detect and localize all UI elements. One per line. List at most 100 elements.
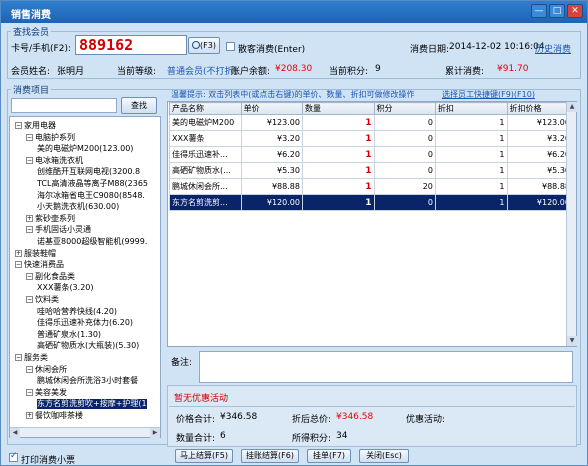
cell-discount-price[interactable]: ¥123.00 xyxy=(506,114,573,131)
product-search-input[interactable] xyxy=(11,98,117,113)
tree-node[interactable]: − 服务类 xyxy=(15,353,48,363)
tree-node[interactable]: 哇哈哈营养快线(4.20) xyxy=(37,307,117,317)
tree-node[interactable]: + 服装鞋帽 xyxy=(15,249,56,259)
tree-node[interactable]: − 饮料类 xyxy=(26,295,59,305)
cell-discount-price[interactable]: ¥88.88 xyxy=(506,178,573,195)
memo-textarea[interactable] xyxy=(199,351,573,383)
cell-discount-price[interactable]: ¥3.20 xyxy=(506,130,573,147)
table-row[interactable]: 高硒矿物质水(... ¥5.30 1 0 1 ¥5.30 xyxy=(169,162,573,179)
scroll-down-icon[interactable]: ▼ xyxy=(567,336,577,346)
column-header[interactable]: 折扣 xyxy=(434,102,508,115)
column-header[interactable]: 单价 xyxy=(240,102,303,115)
collapse-icon[interactable]: − xyxy=(15,354,22,361)
title-bar[interactable]: 销售消费 — □ ✕ xyxy=(1,1,587,23)
maximize-button[interactable]: □ xyxy=(549,4,565,18)
tree-node[interactable]: 鹏城休闲会所洗浴3小时套餐 xyxy=(37,376,138,386)
cell-name[interactable]: 鹏城休闲会所... xyxy=(169,178,242,195)
cell-price[interactable]: ¥5.30 xyxy=(240,162,303,179)
cell-discount[interactable]: 1 xyxy=(434,162,508,179)
cell-price[interactable]: ¥6.20 xyxy=(240,146,303,163)
cell-discount[interactable]: 1 xyxy=(434,146,508,163)
tree-node[interactable]: 海尔冰箱省电王C9080(8548. xyxy=(37,191,145,201)
staff-shortcut-link[interactable]: 选择员工快捷键(F9)(F10) xyxy=(442,89,535,100)
table-row[interactable]: XXX薯条 ¥3.20 1 0 1 ¥3.20 xyxy=(169,130,573,147)
tree-node[interactable]: − 手机固话小灵通 xyxy=(26,225,91,235)
tree-node[interactable]: XXX薯条(3.20) xyxy=(37,283,94,293)
cell-name[interactable]: 佳得乐迅速补... xyxy=(169,146,242,163)
column-header[interactable]: 产品名称 xyxy=(169,102,242,115)
walkin-checkbox[interactable] xyxy=(226,42,235,51)
tree-horizontal-scrollbar[interactable]: ◀ ▶ xyxy=(10,427,160,438)
column-header[interactable]: 数量 xyxy=(301,102,375,115)
cart-grid[interactable]: 产品名称 单价 数量 积分 折扣 折扣价格 美的电磁炉M200 ¥123.00 1 0 1 ¥123… xyxy=(169,102,573,211)
member-search-button[interactable]: (F3) xyxy=(188,37,220,54)
pay-now-button[interactable]: 马上结算(F5) xyxy=(175,449,233,463)
cell-price[interactable]: ¥120.00 xyxy=(240,194,303,211)
cell-name[interactable]: XXX薯条 xyxy=(169,130,242,147)
tree-node[interactable]: − 家用电器 xyxy=(15,121,56,131)
card-number-input[interactable]: 889162 xyxy=(75,35,187,55)
cell-discount[interactable]: 1 xyxy=(434,114,508,131)
close-button[interactable]: 关闭(Esc) xyxy=(359,449,409,463)
tree-node[interactable]: − 美容美发 xyxy=(26,388,67,398)
expand-icon[interactable]: + xyxy=(15,249,22,257)
scroll-up-icon[interactable]: ▲ xyxy=(567,102,577,112)
print-receipt-checkbox[interactable] xyxy=(9,451,18,462)
collapse-icon[interactable]: − xyxy=(15,122,22,129)
cell-points[interactable]: 0 xyxy=(373,162,436,179)
collapse-icon[interactable]: − xyxy=(26,272,33,280)
hold-order-button[interactable]: 挂单(F7) xyxy=(307,449,351,463)
expand-icon[interactable]: + xyxy=(26,412,33,419)
cell-name[interactable]: 美的电磁炉M200 xyxy=(169,114,242,131)
tree-node[interactable]: − 副化食品类 xyxy=(26,272,75,282)
cell-qty[interactable]: 1 xyxy=(301,178,375,195)
tree-node[interactable]: − 快速消费品 xyxy=(15,260,64,270)
table-row[interactable]: 东方名剪洗剪... ¥120.00 1 0 1 ¥120.00 xyxy=(169,194,573,211)
collapse-icon[interactable]: − xyxy=(26,226,33,234)
cell-qty[interactable]: 1 xyxy=(301,130,375,147)
tree-node[interactable]: 高硒矿物质水(大瓶装)(5.30) xyxy=(37,341,139,351)
tree-node[interactable]: 小天鹅洗衣机(630.00) xyxy=(37,202,119,212)
tree-node[interactable]: − 休闲会所 xyxy=(26,365,67,375)
minimize-button[interactable]: — xyxy=(531,4,547,18)
cell-qty[interactable]: 1 xyxy=(301,162,375,179)
history-link[interactable]: 历史消费 xyxy=(535,42,571,55)
scroll-left-icon[interactable]: ◀ xyxy=(10,428,20,438)
collapse-icon[interactable]: − xyxy=(26,388,33,396)
collapse-icon[interactable]: − xyxy=(26,133,33,141)
category-tree[interactable]: − 家用电器 − 电脑护系列 美的电磁炉M200(123.00) − 电冰箱洗衣机 创维酷开互… xyxy=(11,117,157,437)
tree-node[interactable]: − 电冰箱洗衣机 xyxy=(26,156,83,166)
pay-later-button[interactable]: 挂账结算(F6) xyxy=(241,449,299,463)
tree-node[interactable]: 创维酷开互联网电视(3200.8 xyxy=(37,167,140,177)
tree-node[interactable]: TCL高清液晶等离子M88(2365 xyxy=(37,179,148,189)
close-window-button[interactable]: ✕ xyxy=(567,4,583,18)
cell-points[interactable]: 20 xyxy=(373,178,436,195)
tree-node[interactable]: + 餐饮咖啡茶楼 xyxy=(26,411,83,421)
tree-node[interactable]: 诺基亚8000超级智能机(9999. xyxy=(37,237,147,247)
scroll-right-icon[interactable]: ▶ xyxy=(150,428,160,438)
tree-node[interactable]: 普通矿泉水(1.30) xyxy=(37,330,101,340)
cell-price[interactable]: ¥88.88 xyxy=(240,178,303,195)
tree-node[interactable]: 美的电磁炉M200(123.00) xyxy=(37,144,133,154)
cell-discount-price[interactable]: ¥120.00 xyxy=(506,194,573,211)
grid-vertical-scrollbar[interactable]: ▲ ▼ xyxy=(566,102,577,346)
cell-discount-price[interactable]: ¥5.30 xyxy=(506,162,573,179)
cell-qty[interactable]: 1 xyxy=(301,114,375,131)
cell-qty[interactable]: 1 xyxy=(301,194,375,211)
expand-icon[interactable]: + xyxy=(26,214,33,222)
table-row[interactable]: 美的电磁炉M200 ¥123.00 1 0 1 ¥123.00 xyxy=(169,114,573,131)
cell-points[interactable]: 0 xyxy=(373,114,436,131)
collapse-icon[interactable]: − xyxy=(26,156,33,164)
tree-node[interactable]: 佳得乐迅速补充体力(6.20) xyxy=(37,318,133,328)
cell-points[interactable]: 0 xyxy=(373,130,436,147)
collapse-icon[interactable]: − xyxy=(26,365,33,373)
column-header[interactable]: 积分 xyxy=(373,102,436,115)
cell-discount-price[interactable]: ¥6.20 xyxy=(506,146,573,163)
tree-node[interactable]: + 紫砂壶系列 xyxy=(26,214,75,224)
cell-name[interactable]: 高硒矿物质水(... xyxy=(169,162,242,179)
cell-discount[interactable]: 1 xyxy=(434,178,508,195)
cell-discount[interactable]: 1 xyxy=(434,194,508,211)
collapse-icon[interactable]: − xyxy=(26,296,33,303)
tree-node[interactable]: − 电脑护系列 xyxy=(26,133,75,143)
table-row[interactable]: 佳得乐迅速补... ¥6.20 1 0 1 ¥6.20 xyxy=(169,146,573,163)
